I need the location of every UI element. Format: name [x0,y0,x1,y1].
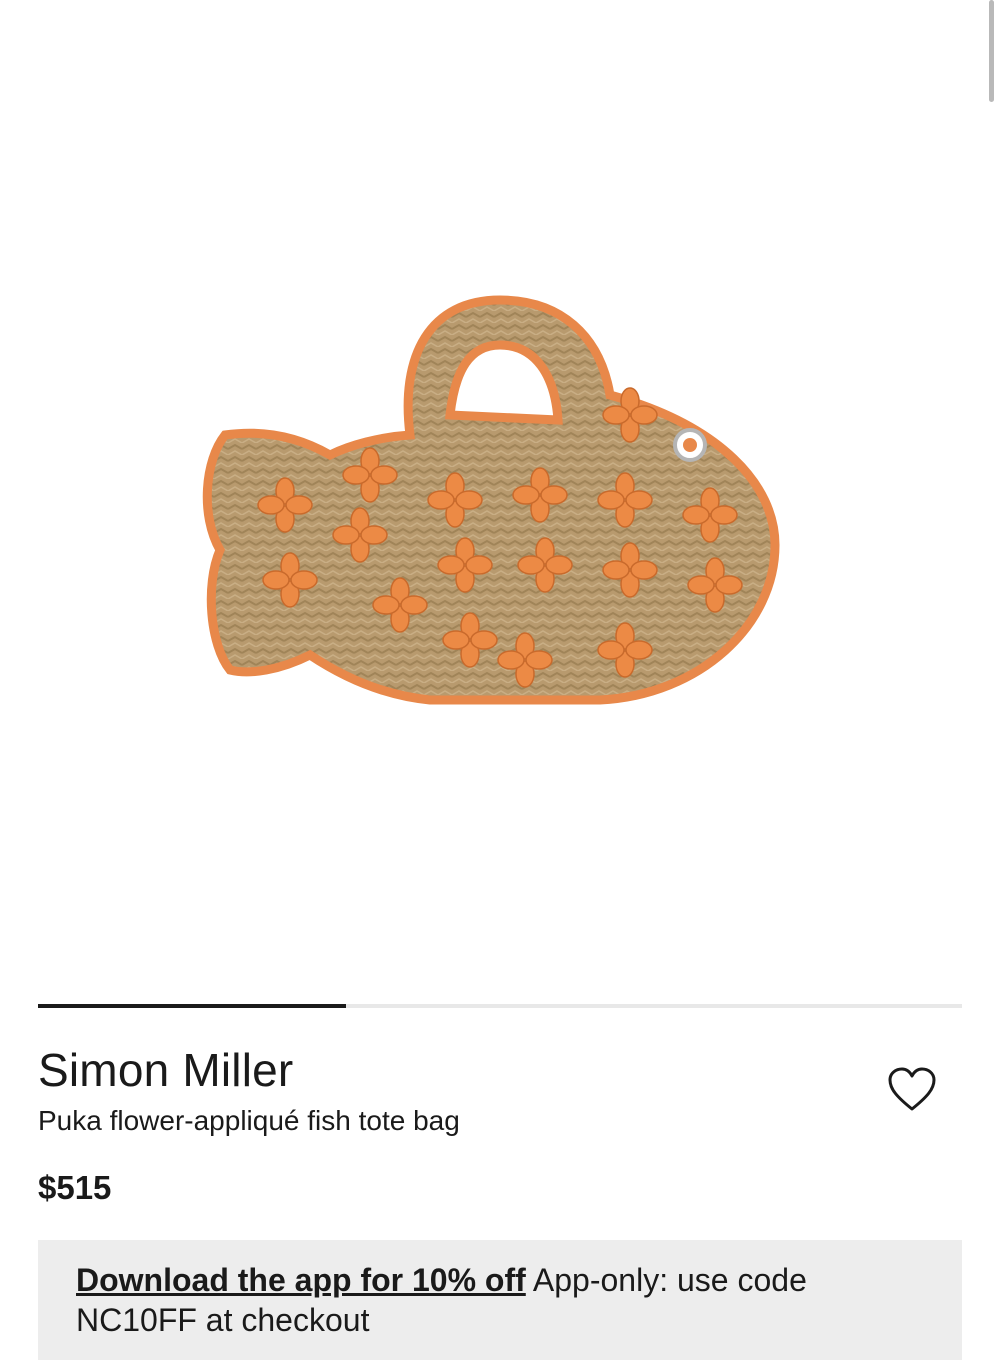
promo-text: Download the app for 10% off App-only: u… [76,1260,936,1340]
brand-name[interactable]: Simon Miller [38,1042,293,1098]
product-price: $515 [38,1169,112,1206]
product-image[interactable] [0,0,1000,1000]
heart-outline-icon [888,1067,936,1111]
wishlist-button[interactable] [882,1060,942,1120]
download-app-link[interactable]: Download the app for 10% off [76,1262,526,1298]
product-name: Puka flower-appliqué fish tote bag [38,1105,460,1136]
fish-tote-bag-image [202,295,780,705]
carousel-indicator-active [38,1004,346,1008]
image-carousel-indicator[interactable] [38,1004,962,1008]
app-promo-banner: Download the app for 10% off App-only: u… [38,1240,962,1360]
